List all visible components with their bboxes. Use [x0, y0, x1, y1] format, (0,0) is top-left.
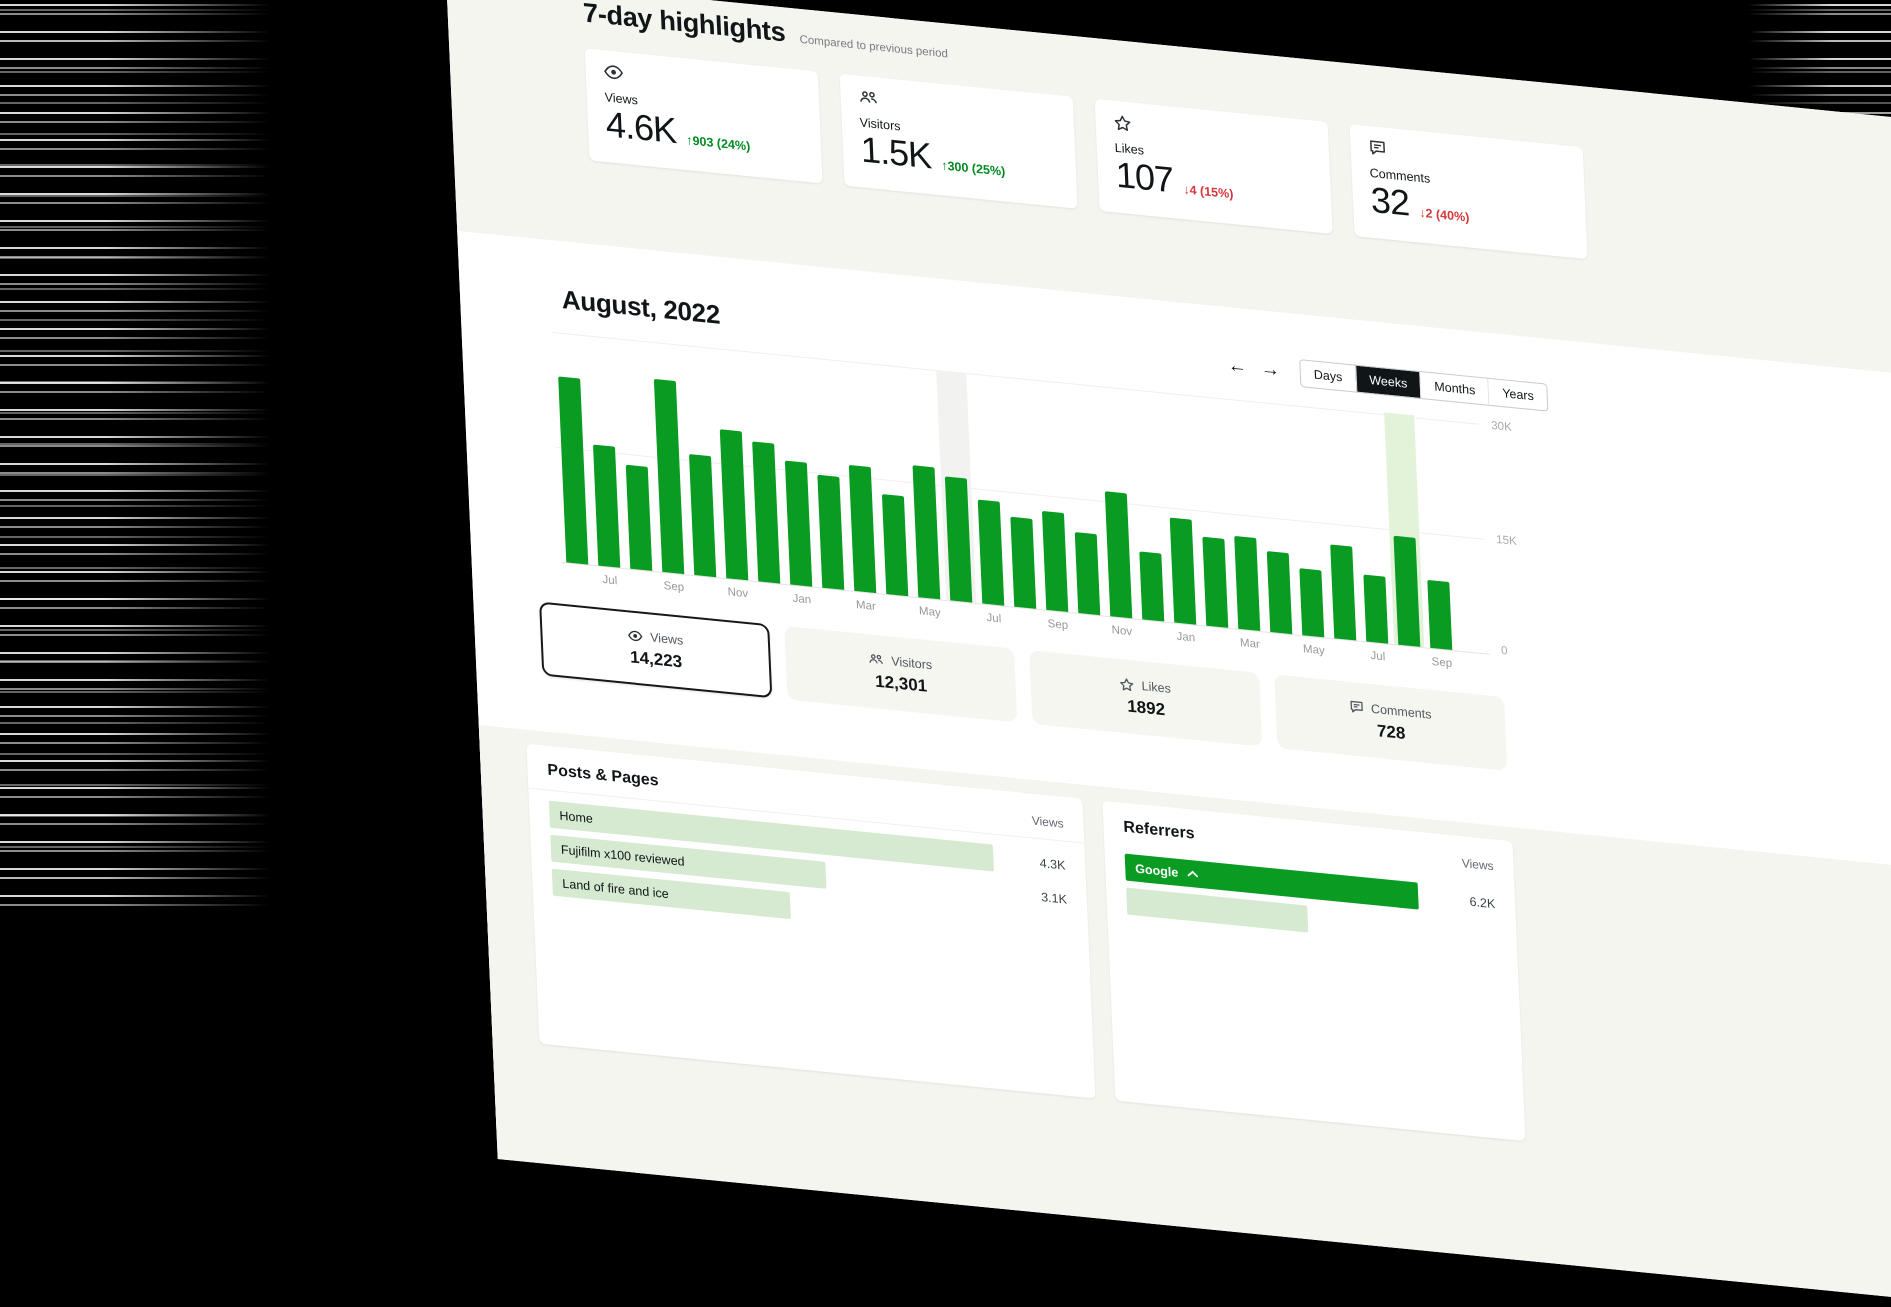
- chart-bar[interactable]: [978, 500, 1005, 606]
- tab-label: Visitors: [891, 654, 932, 672]
- previous-period-button[interactable]: ←: [1227, 356, 1247, 377]
- chart-bar[interactable]: [654, 379, 684, 574]
- tab-value: 728: [1377, 721, 1406, 744]
- tab-value: 14,223: [630, 647, 683, 672]
- granularity-years[interactable]: Years: [1488, 378, 1548, 410]
- x-axis-tick: Nov: [1111, 624, 1132, 638]
- x-axis-tick: May: [1303, 643, 1325, 657]
- card-trend: ↓4 (15%): [1183, 182, 1234, 201]
- x-axis-tick: Sep: [663, 580, 684, 594]
- item-label: Land of fire and ice: [552, 875, 669, 901]
- referrers-panel: Referrers Views Google6.2K: [1102, 801, 1525, 1142]
- chart-bar[interactable]: [1075, 532, 1101, 615]
- x-axis-tick: Nov: [727, 586, 748, 600]
- x-axis-tick: Jan: [1176, 631, 1195, 645]
- tab-views[interactable]: Views 14,223: [539, 602, 772, 699]
- y-axis-tick: 0: [1501, 645, 1508, 658]
- item-views-value: 3.1K: [1009, 886, 1068, 906]
- chart-bar[interactable]: [1267, 551, 1293, 634]
- granularity-weeks[interactable]: Weeks: [1355, 365, 1421, 397]
- chart-bar[interactable]: [1363, 575, 1388, 644]
- x-axis-tick: Jul: [602, 574, 617, 587]
- chart-bar[interactable]: [752, 441, 780, 583]
- card-trend: ↑903 (24%): [686, 133, 751, 153]
- granularity-days[interactable]: Days: [1300, 360, 1356, 391]
- tab-comments[interactable]: Comments 728: [1274, 674, 1507, 771]
- chart-bar[interactable]: [1042, 511, 1068, 612]
- chart-bar[interactable]: [558, 376, 588, 564]
- card-trend: ↑300 (25%): [941, 158, 1006, 178]
- lists-section: Posts & Pages Views Home 4.3K Fujifilm x10…: [479, 725, 1891, 1307]
- chart-bar[interactable]: [1170, 518, 1197, 625]
- chart-bar[interactable]: [720, 429, 749, 580]
- granularity-toggle: Days Weeks Months Years: [1299, 359, 1548, 412]
- eye-icon: [627, 629, 644, 643]
- chart-bar[interactable]: [1105, 491, 1132, 618]
- tab-visitors[interactable]: Visitors 12,301: [784, 626, 1017, 723]
- torn-edge-left: [0, 0, 300, 908]
- star-icon: [1119, 676, 1135, 691]
- card-value: 107: [1115, 157, 1174, 199]
- posts-pages-title: Posts & Pages: [547, 762, 659, 791]
- tab-label: Comments: [1371, 701, 1432, 721]
- chart-bar[interactable]: [1010, 517, 1036, 609]
- chart-bar[interactable]: [882, 494, 908, 596]
- highlights-subtitle: Compared to previous period: [799, 34, 948, 61]
- tab-likes[interactable]: Likes 1892: [1029, 650, 1262, 747]
- item-label: Home: [549, 807, 593, 825]
- traffic-section: August, 2022 ← → Days Weeks Months Years: [457, 231, 1891, 1307]
- chart-bar[interactable]: [1330, 544, 1356, 640]
- chart-bar[interactable]: [1202, 537, 1228, 628]
- item-label: Google: [1125, 860, 1179, 879]
- chart-bar[interactable]: [1299, 568, 1324, 637]
- x-axis-tick: Sep: [1047, 618, 1068, 632]
- tab-value: 1892: [1127, 696, 1166, 720]
- x-axis-tick: Mar: [856, 599, 876, 613]
- x-axis-tick: Sep: [1431, 656, 1452, 670]
- card-value: 32: [1370, 182, 1410, 222]
- highlight-card-comments: Comments 32 ↓2 (40%): [1350, 124, 1588, 259]
- x-axis-tick: Jan: [792, 593, 811, 607]
- chart-bar[interactable]: [1234, 536, 1260, 631]
- period-title: August, 2022: [561, 284, 721, 331]
- chart-bar[interactable]: [1427, 580, 1452, 650]
- x-axis-tick: Mar: [1240, 637, 1260, 651]
- views-column-header: Views: [1031, 814, 1063, 831]
- chart-bar[interactable]: [817, 475, 844, 590]
- stats-page: 7-day highlights Compared to previous pe…: [446, 0, 1891, 1282]
- x-axis-tick: Jul: [1370, 650, 1385, 663]
- y-axis-tick: 30K: [1491, 420, 1512, 434]
- chart-bar[interactable]: [849, 465, 877, 593]
- chart-bar[interactable]: [913, 465, 941, 599]
- chart-bar[interactable]: [785, 461, 812, 587]
- chart-bar[interactable]: [626, 465, 653, 571]
- people-icon: [868, 652, 885, 667]
- x-axis-tick: Jul: [986, 612, 1001, 625]
- card-value: 1.5K: [860, 131, 932, 174]
- item-label: [1127, 901, 1137, 902]
- highlights-title: 7-day highlights: [582, 0, 786, 48]
- highlight-card-likes: Likes 107 ↓4 (15%): [1095, 99, 1333, 234]
- item-views-value: [1010, 927, 1068, 933]
- highlight-card-visitors: Visitors 1.5K ↑300 (25%): [840, 74, 1078, 209]
- chart-bar[interactable]: [1139, 551, 1164, 621]
- item-label: Fujifilm x100 reviewed: [551, 841, 685, 868]
- chart-bar[interactable]: [689, 454, 716, 577]
- x-axis-tick: May: [919, 605, 941, 619]
- card-value: 4.6K: [605, 106, 677, 149]
- tab-label: Views: [650, 630, 684, 647]
- tab-value: 12,301: [875, 671, 928, 696]
- comment-icon: [1349, 699, 1365, 714]
- chart-bar[interactable]: [593, 445, 620, 568]
- next-period-button[interactable]: →: [1260, 359, 1280, 380]
- highlight-card-views: Views 4.6K ↑903 (24%): [585, 48, 823, 183]
- item-views-value: 4.3K: [1007, 852, 1066, 872]
- granularity-months[interactable]: Months: [1420, 372, 1489, 405]
- posts-pages-panel: Posts & Pages Views Home 4.3K Fujifilm x10…: [526, 744, 1095, 1099]
- tab-label: Likes: [1141, 679, 1171, 696]
- y-axis-tick: 15K: [1496, 534, 1517, 548]
- card-trend: ↓2 (40%): [1419, 206, 1470, 225]
- item-views-value: [1439, 932, 1497, 938]
- chevron-up-icon[interactable]: [1187, 870, 1198, 878]
